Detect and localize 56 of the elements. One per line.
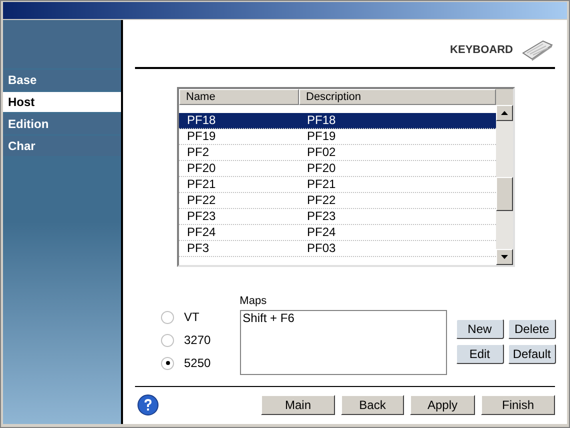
table-cell-text: PF19	[306, 129, 337, 144]
map-action-button[interactable]: Edit	[456, 344, 504, 364]
table-row[interactable]: PF22 PF22	[179, 193, 496, 209]
maps-list[interactable]: Shift + F6	[240, 310, 447, 375]
table-cell-text: PF23	[306, 209, 337, 224]
table-cell-text: PF24	[306, 225, 337, 240]
radio-label: 5250	[184, 355, 211, 372]
table-cell-text: PF21	[306, 177, 337, 192]
map-action-button[interactable]: Default	[508, 344, 556, 364]
map-action-button[interactable]: New	[456, 319, 504, 339]
table-row[interactable]: PF18 PF18	[179, 113, 496, 129]
sidebar-item[interactable]: Char	[3, 136, 121, 156]
table-cell-text: PF21	[186, 177, 217, 192]
scrollbar-thumb[interactable]	[496, 177, 513, 211]
table-row[interactable]: PF19 PF19	[179, 129, 496, 145]
footer-button[interactable]: Back	[341, 395, 404, 415]
radio-label: 3270	[184, 332, 211, 349]
table-cell-text: PF03	[306, 241, 337, 256]
column-header[interactable]: Name	[179, 89, 299, 105]
sidebar-item[interactable]: Host	[3, 92, 121, 112]
radio-button[interactable]	[161, 310, 174, 324]
sidebar-item[interactable]: Edition	[3, 114, 121, 134]
help-icon[interactable]	[137, 394, 159, 416]
footer-button[interactable]: Apply	[410, 395, 475, 415]
table-cell-text: PF18	[306, 113, 337, 128]
table-cell-text: PF20	[306, 161, 337, 176]
radio-button[interactable]	[161, 356, 174, 370]
radio-label: VT	[184, 309, 200, 326]
table-cell-text: PF3	[186, 241, 210, 256]
table-row[interactable]: PF20 PF20	[179, 161, 496, 177]
table-cell-text: PF18	[186, 113, 217, 128]
table-cell-text: PF20	[186, 161, 217, 176]
map-action-button[interactable]: Delete	[508, 319, 556, 339]
table-cell-text: PF23	[186, 209, 217, 224]
column-header[interactable]: Description	[299, 89, 496, 105]
sidebar-item[interactable]: Base	[3, 70, 121, 90]
table-cell-text: PF24	[186, 225, 217, 240]
table-cell-text: PF02	[306, 145, 337, 160]
table-row[interactable]: PF23 PF23	[179, 209, 496, 225]
maps-label: Maps	[240, 295, 268, 307]
keyboard-icon	[521, 39, 553, 61]
table-cell-text: PF22	[306, 193, 337, 208]
table-row[interactable]: PF3 PF03	[179, 241, 496, 257]
table-row[interactable]: PF21 PF21	[179, 177, 496, 193]
table-cell-text: PF2	[186, 145, 210, 160]
footer-button[interactable]: Main	[261, 395, 335, 415]
radio-button[interactable]	[161, 334, 174, 346]
footer-button[interactable]: Finish	[481, 395, 555, 415]
scrollbar[interactable]	[496, 89, 513, 265]
down-arrow-icon[interactable]	[501, 255, 508, 259]
table-row[interactable]: PF2 PF02	[179, 145, 496, 161]
up-arrow-icon[interactable]	[501, 111, 508, 115]
table-cell-text: PF19	[186, 129, 217, 144]
table-row[interactable]: PF24 PF24	[179, 225, 496, 241]
table-cell-text: PF22	[186, 193, 217, 208]
page-title: KEYBOARD	[450, 42, 513, 58]
